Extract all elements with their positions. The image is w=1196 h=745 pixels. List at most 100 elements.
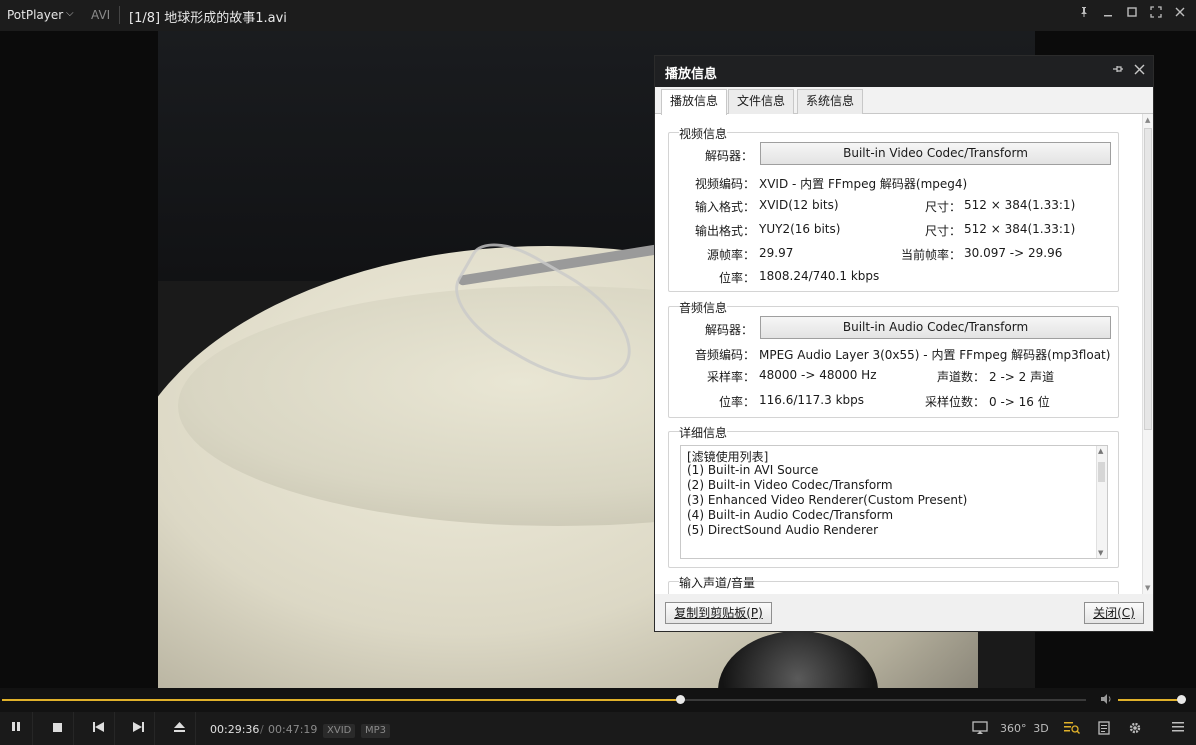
dialog-pin-icon[interactable]	[1110, 63, 1126, 79]
close-icon[interactable]	[1171, 6, 1189, 24]
screen-cast-icon[interactable]	[971, 721, 989, 737]
output-size-value: 512 × 384(1.33:1)	[964, 222, 1076, 236]
input-channel-group: 输入声道/音量	[668, 574, 1119, 594]
video-bitrate-value: 1808.24/740.1 kbps	[759, 269, 880, 283]
window-title: [1/8] 地球形成的故事1.avi	[129, 11, 287, 26]
time-separator: /	[260, 723, 264, 736]
audio-bitrate-value: 116.6/117.3 kbps	[759, 393, 864, 407]
tab-system-info[interactable]: 系统信息	[797, 89, 864, 114]
dialog-title-bar[interactable]: 播放信息	[655, 56, 1153, 87]
eject-icon[interactable]	[163, 712, 196, 745]
total-time: 00:47:19	[268, 723, 318, 736]
audio-codec-label: 音频编码：	[695, 348, 756, 362]
channels-label: 声道数：	[937, 370, 986, 384]
input-size-value: 512 × 384(1.33:1)	[964, 198, 1076, 212]
pin-icon[interactable]	[1075, 6, 1093, 24]
video-info-group: 视频信息 解码器： Built-in Video Codec/Transform…	[668, 125, 1119, 292]
dialog-body: 视频信息 解码器： Built-in Video Codec/Transform…	[655, 114, 1153, 594]
filter-line: (2) Built-in Video Codec/Transform	[687, 478, 893, 492]
video-codec-value: XVID - 内置 FFmpeg 解码器(mpeg4)	[759, 177, 968, 191]
copy-to-clipboard-button[interactable]: 复制到剪贴板(P)	[665, 602, 772, 624]
vr-360-icon[interactable]: 360°	[1000, 721, 1027, 737]
audio-decoder-label: 解码器：	[705, 323, 754, 337]
channels-value: 2 -> 2 声道	[989, 370, 1055, 384]
dialog-title: 播放信息	[665, 67, 718, 82]
3d-icon[interactable]: 3D	[1032, 721, 1050, 737]
source-fps-label: 源帧率：	[707, 248, 756, 262]
input-size-label: 尺寸：	[925, 200, 962, 214]
menu-icon[interactable]	[1169, 721, 1187, 737]
close-button[interactable]: 关闭(C)	[1084, 602, 1144, 624]
audio-bitrate-label: 位率：	[719, 395, 756, 409]
format-label: AVI	[91, 8, 111, 22]
filter-list-textbox[interactable]: [滤镜使用列表] (1) Built-in AVI Source (2) Bui…	[680, 445, 1108, 559]
video-info-title: 视频信息	[679, 125, 728, 142]
stop-icon[interactable]	[41, 712, 74, 745]
details-title: 详细信息	[679, 424, 728, 441]
tab-playback-info[interactable]: 播放信息	[661, 89, 728, 115]
pause-icon[interactable]	[0, 712, 33, 745]
video-decoder-label: 解码器：	[705, 149, 754, 163]
output-format-value: YUY2(16 bits)	[759, 222, 841, 236]
minimize-icon[interactable]	[1099, 6, 1117, 24]
scroll-up-icon[interactable]: ▲	[1145, 116, 1150, 124]
video-bitrate-label: 位率：	[719, 271, 756, 285]
filter-line: (5) DirectSound Audio Renderer	[687, 523, 879, 537]
fullscreen-icon[interactable]	[1147, 6, 1165, 24]
current-time: 00:29:36	[210, 723, 260, 736]
dialog-footer: 复制到剪贴板(P) 关闭(C)	[655, 594, 1153, 631]
details-group: 详细信息 [滤镜使用列表] (1) Built-in AVI Source (2…	[668, 424, 1119, 568]
dialog-scrollbar[interactable]: ▲ ▼	[1142, 114, 1153, 594]
next-icon[interactable]	[122, 712, 155, 745]
input-format-value: XVID(12 bits)	[759, 198, 839, 212]
dialog-tabs: 播放信息 文件信息 系统信息	[655, 87, 1153, 115]
title-bar: PotPlayer ⌵ AVI [1/8] 地球形成的故事1.avi	[0, 0, 1196, 31]
audio-decoder-button[interactable]: Built-in Audio Codec/Transform	[760, 316, 1111, 339]
playlist-search-icon[interactable]	[1063, 721, 1081, 737]
output-format-label: 输出格式：	[695, 224, 756, 238]
audio-codec-badge: MP3	[361, 724, 391, 738]
filter-line: (4) Built-in Audio Codec/Transform	[687, 508, 894, 522]
sample-bits-value: 0 -> 16 位	[989, 395, 1050, 409]
audio-info-group: 音频信息 解码器： Built-in Audio Codec/Transform…	[668, 299, 1119, 418]
maximize-icon[interactable]	[1123, 6, 1141, 24]
input-channel-title: 输入声道/音量	[679, 574, 756, 591]
tab-file-info[interactable]: 文件信息	[728, 89, 795, 114]
seek-progress-fill	[2, 699, 680, 701]
volume-thumb[interactable]	[1177, 695, 1187, 704]
previous-icon[interactable]	[82, 712, 115, 745]
divider	[119, 6, 120, 24]
filter-line: (3) Enhanced Video Renderer(Custom Prese…	[687, 493, 968, 507]
source-fps-value: 29.97	[759, 246, 794, 260]
seek-bar[interactable]	[2, 695, 1086, 704]
scroll-down-icon[interactable]: ▼	[1098, 549, 1103, 557]
seek-thumb[interactable]	[675, 695, 685, 704]
scroll-thumb[interactable]	[1144, 128, 1152, 430]
filter-line: (1) Built-in AVI Source	[687, 463, 819, 477]
samplerate-value: 48000 -> 48000 Hz	[759, 368, 877, 382]
dialog-close-icon[interactable]	[1131, 63, 1147, 79]
audio-info-title: 音频信息	[679, 299, 728, 316]
control-bar: 00:29:36 / 00:47:19 XVID MP3 360° 3D	[0, 712, 1196, 745]
seek-bar-area	[0, 688, 1196, 712]
current-fps-value: 30.097 -> 29.96	[964, 246, 1063, 260]
scroll-down-icon[interactable]: ▼	[1145, 584, 1150, 592]
app-menu-button[interactable]: PotPlayer	[7, 8, 63, 22]
potplayer-window: PotPlayer ⌵ AVI [1/8] 地球形成的故事1.avi 播放信息 …	[0, 0, 1196, 745]
input-format-label: 输入格式：	[695, 200, 756, 214]
volume-icon[interactable]	[1100, 693, 1112, 708]
current-fps-label: 当前帧率：	[901, 248, 962, 262]
sample-bits-label: 采样位数：	[925, 395, 986, 409]
video-decoder-button[interactable]: Built-in Video Codec/Transform	[760, 142, 1111, 165]
playback-info-dialog: 播放信息 播放信息 文件信息 系统信息 视频信息 解码器： Built-in V…	[654, 55, 1154, 632]
filter-list-scrollbar[interactable]: ▲ ▼	[1096, 446, 1107, 558]
gear-icon[interactable]	[1126, 721, 1144, 737]
video-codec-label: 视频编码：	[695, 177, 756, 191]
chevron-down-icon[interactable]: ⌵	[66, 8, 74, 19]
output-size-label: 尺寸：	[925, 224, 962, 238]
scroll-up-icon[interactable]: ▲	[1098, 447, 1103, 455]
scroll-thumb[interactable]	[1098, 462, 1105, 482]
info-panel-icon[interactable]	[1095, 721, 1113, 737]
volume-slider[interactable]	[1118, 695, 1187, 704]
samplerate-label: 采样率：	[707, 370, 756, 384]
